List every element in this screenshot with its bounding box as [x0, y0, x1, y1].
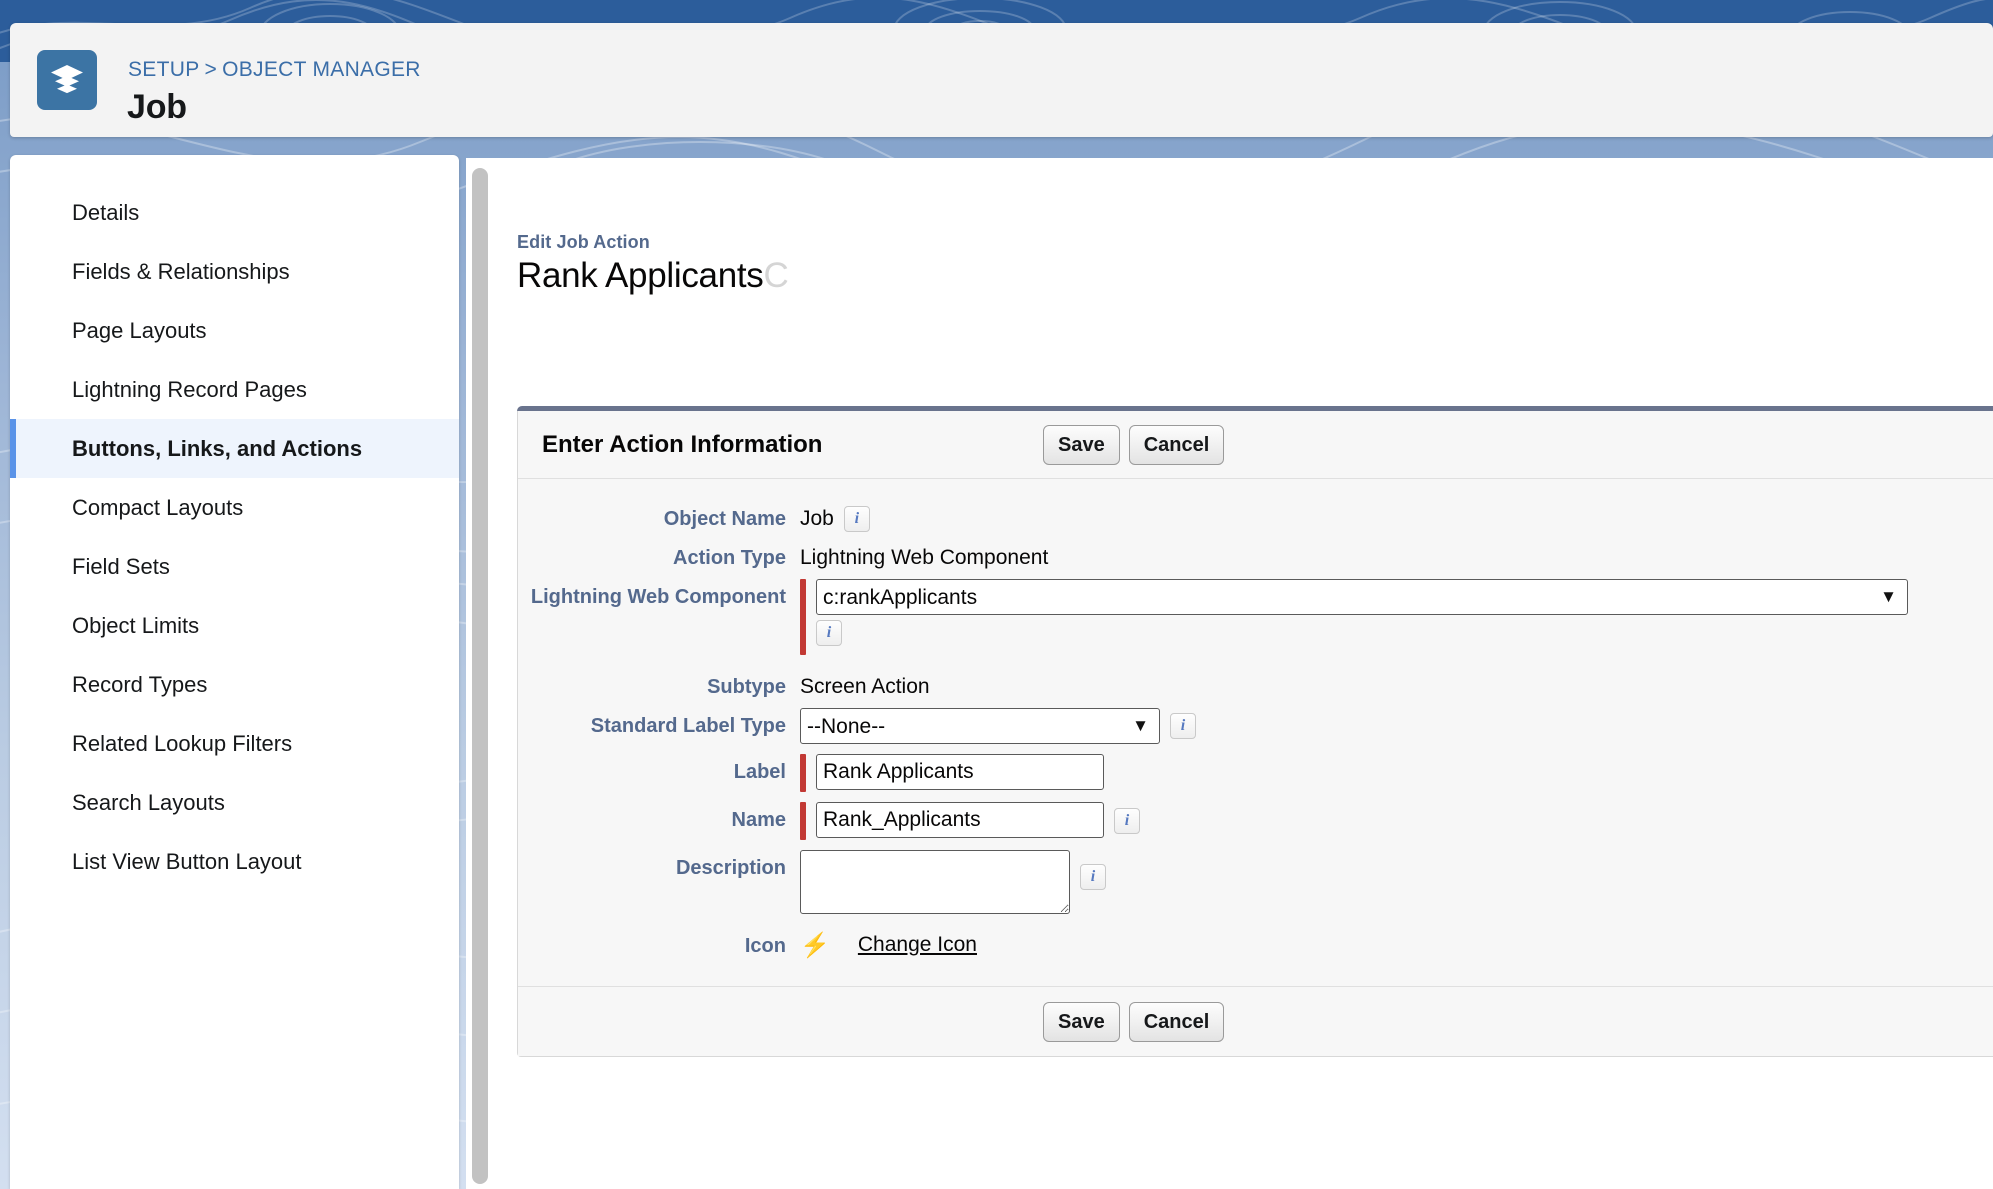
field-row-subtype: Subtype Screen Action	[518, 669, 1993, 700]
sidebar-item-label: Object Limits	[72, 613, 200, 639]
lightning-web-component-label: Lightning Web Component	[530, 586, 786, 608]
sidebar-item-label: Compact Layouts	[72, 495, 244, 521]
change-icon-link[interactable]: Change Icon	[858, 928, 977, 957]
record-title-clipped-char: C	[763, 256, 789, 295]
record-title-container: Rank ApplicantsC	[517, 256, 791, 306]
sidebar-item-details[interactable]: Details	[10, 155, 459, 242]
action-type-value: Lightning Web Component	[800, 546, 1049, 569]
sidebar-item-label: Search Layouts	[72, 790, 225, 816]
content-scrollbar-thumb[interactable]	[472, 168, 488, 1184]
main-content-panel: Edit Job Action Rank ApplicantsC Enter A…	[492, 158, 1993, 1189]
save-button-bottom[interactable]: Save	[1043, 1002, 1120, 1042]
cancel-button-top[interactable]: Cancel	[1128, 425, 1225, 465]
sidebar-item-label: Fields & Relationships	[72, 259, 290, 285]
panel-header: Enter Action Information Save Cancel	[518, 411, 1993, 479]
panel-header-buttons: Save Cancel	[1043, 425, 1225, 465]
icon-value-wrap: ⚡ Change Icon	[800, 928, 977, 960]
layers-glyph	[51, 65, 83, 94]
lightning-bolt-icon: ⚡	[800, 932, 830, 959]
breadcrumb-setup-link[interactable]: SETUP	[128, 58, 200, 81]
save-button-top[interactable]: Save	[1043, 425, 1120, 465]
record-title-text: Rank Applicants	[517, 256, 764, 295]
name-input[interactable]	[816, 802, 1104, 838]
sidebar-item-label: Record Types	[72, 672, 208, 698]
standard-label-type-select-wrap: --None-- ▼	[800, 708, 1160, 744]
label-field-label: Label	[733, 761, 786, 783]
panel-body: Object Name Job i Action Type Lightning …	[518, 479, 1993, 986]
object-manager-sidebar: Details Fields & Relationships Page Layo…	[10, 155, 459, 1189]
sidebar-item-buttons-links-actions[interactable]: Buttons, Links, and Actions	[10, 419, 459, 479]
description-textarea[interactable]	[800, 850, 1070, 914]
info-icon[interactable]: i	[816, 620, 842, 646]
standard-label-type-label: Standard Label Type	[590, 715, 786, 737]
sidebar-item-label: Field Sets	[72, 554, 170, 580]
panel-footer: Save Cancel	[518, 986, 1993, 1056]
sidebar-item-record-types[interactable]: Record Types	[10, 655, 459, 714]
sidebar-item-object-limits[interactable]: Object Limits	[10, 596, 459, 655]
required-indicator	[800, 802, 806, 840]
info-icon[interactable]: i	[1114, 808, 1140, 834]
sidebar-item-label: Lightning Record Pages	[72, 377, 307, 403]
subtype-value-wrap: Screen Action	[800, 669, 930, 699]
layers-stack-icon	[37, 50, 97, 110]
breadcrumb-separator: >	[204, 58, 218, 81]
edit-action-eyebrow: Edit Job Action	[517, 232, 650, 252]
icon-field-label: Icon	[744, 935, 786, 957]
action-type-value-wrap: Lightning Web Component	[800, 540, 1048, 570]
page-title: Job	[127, 88, 187, 126]
lightning-web-component-value-wrap: c:rankApplicants ▼ i	[800, 579, 1908, 655]
sidebar-item-lightning-record-pages[interactable]: Lightning Record Pages	[10, 360, 459, 419]
panel-title: Enter Action Information	[542, 431, 823, 458]
sidebar-item-label: List View Button Layout	[72, 849, 302, 875]
field-row-lightning-web-component: Lightning Web Component c:rankApplicants…	[518, 579, 1993, 655]
sidebar-item-list-view-button-layout[interactable]: List View Button Layout	[10, 832, 459, 891]
field-row-standard-label-type: Standard Label Type --None-- ▼ i	[518, 708, 1993, 744]
field-row-action-type: Action Type Lightning Web Component	[518, 540, 1993, 571]
label-input[interactable]	[816, 754, 1104, 790]
name-field-label: Name	[731, 809, 786, 831]
sidebar-item-related-lookup-filters[interactable]: Related Lookup Filters	[10, 714, 459, 773]
field-row-icon: Icon ⚡ Change Icon	[518, 928, 1993, 960]
standard-label-type-select[interactable]: --None--	[800, 708, 1160, 744]
sidebar-item-label: Buttons, Links, and Actions	[72, 436, 363, 462]
description-value-wrap: i	[800, 850, 1106, 914]
subtype-label: Subtype	[707, 676, 786, 698]
name-value-wrap: i	[800, 802, 1140, 840]
sidebar-item-fields-relationships[interactable]: Fields & Relationships	[10, 242, 459, 301]
label-value-wrap	[800, 754, 1104, 792]
sidebar-item-search-layouts[interactable]: Search Layouts	[10, 773, 459, 832]
info-icon[interactable]: i	[1080, 864, 1106, 890]
subtype-value: Screen Action	[800, 675, 930, 698]
sidebar-item-label: Related Lookup Filters	[72, 731, 293, 757]
sidebar-item-page-layouts[interactable]: Page Layouts	[10, 301, 459, 360]
info-icon[interactable]: i	[843, 506, 870, 532]
sidebar-item-label: Details	[72, 200, 140, 225]
field-row-name: Name i	[518, 802, 1993, 840]
record-title: Rank ApplicantsC	[517, 256, 789, 295]
object-name-value: Job	[800, 507, 834, 530]
info-icon[interactable]: i	[1170, 713, 1196, 739]
panel-footer-buttons: Save Cancel	[1043, 1002, 1225, 1042]
field-row-object-name: Object Name Job i	[518, 501, 1993, 532]
cancel-button-bottom[interactable]: Cancel	[1128, 1002, 1225, 1042]
required-indicator	[800, 579, 806, 655]
lightning-web-component-select[interactable]: c:rankApplicants	[816, 579, 1908, 615]
required-indicator	[800, 754, 806, 792]
standard-label-type-value-wrap: --None-- ▼ i	[800, 708, 1196, 744]
breadcrumb-object-manager-link[interactable]: OBJECT MANAGER	[222, 58, 421, 81]
field-row-description: Description i	[518, 850, 1993, 914]
enter-action-information-panel: Enter Action Information Save Cancel Obj…	[517, 411, 1993, 1057]
description-label: Description	[675, 857, 786, 879]
sidebar-item-field-sets[interactable]: Field Sets	[10, 537, 459, 596]
object-name-label: Object Name	[663, 508, 786, 530]
field-row-label: Label	[518, 754, 1993, 792]
breadcrumb: SETUP > OBJECT MANAGER	[128, 58, 421, 82]
object-name-value-wrap: Job i	[800, 501, 870, 532]
lightning-web-component-select-wrap: c:rankApplicants ▼	[816, 579, 1908, 615]
sidebar-item-label: Page Layouts	[72, 318, 207, 344]
sidebar-item-compact-layouts[interactable]: Compact Layouts	[10, 478, 459, 537]
setup-header-card: SETUP > OBJECT MANAGER Job	[10, 23, 1993, 137]
action-type-label: Action Type	[673, 547, 786, 569]
